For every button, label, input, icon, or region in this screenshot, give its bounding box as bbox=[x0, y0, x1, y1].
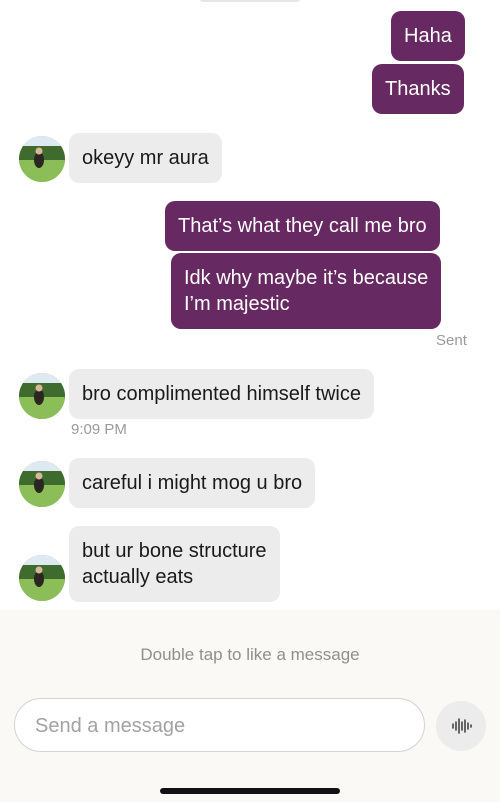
contact-avatar[interactable] bbox=[19, 461, 65, 507]
incoming-message[interactable]: careful i might mog u bro bbox=[69, 458, 316, 508]
outgoing-message[interactable]: Haha bbox=[391, 11, 465, 61]
contact-avatar[interactable] bbox=[19, 373, 65, 419]
incoming-message[interactable]: but ur bone structure actually eats bbox=[69, 526, 280, 602]
message-timestamp: 9:09 PM bbox=[71, 421, 127, 438]
message-text: careful i might mog u bro bbox=[82, 472, 303, 494]
message-text-line: but ur bone structure bbox=[82, 540, 267, 562]
message-text: That’s what they call me bro bbox=[178, 215, 427, 237]
contact-avatar[interactable] bbox=[19, 555, 65, 601]
message-text: okeyy mr aura bbox=[82, 147, 209, 169]
outgoing-message[interactable]: Idk why maybe it’s because I’m majestic bbox=[171, 253, 442, 329]
avatar-image bbox=[19, 555, 65, 601]
incoming-message[interactable]: bro complimented himself twice bbox=[69, 369, 374, 419]
avatar-image bbox=[19, 373, 65, 419]
message-composer[interactable] bbox=[14, 698, 425, 753]
message-text: Haha bbox=[404, 25, 452, 47]
contact-avatar[interactable] bbox=[19, 136, 65, 182]
top-indicator bbox=[200, 0, 300, 2]
message-text-line: actually eats bbox=[82, 566, 194, 588]
outgoing-message[interactable]: That’s what they call me bro bbox=[165, 201, 440, 251]
incoming-message[interactable]: okeyy mr aura bbox=[69, 133, 222, 183]
composer-area: Double tap to like a message bbox=[0, 610, 500, 802]
sent-status: Sent bbox=[436, 332, 467, 349]
home-indicator[interactable] bbox=[160, 788, 340, 794]
avatar-image bbox=[19, 136, 65, 182]
message-text: bro complimented himself twice bbox=[82, 383, 361, 405]
avatar-image bbox=[19, 461, 65, 507]
double-tap-hint: Double tap to like a message bbox=[140, 645, 360, 664]
message-text-line: I’m majestic bbox=[184, 293, 290, 315]
message-input[interactable] bbox=[33, 699, 407, 753]
voice-waveform-icon bbox=[452, 718, 472, 734]
message-thread[interactable]: Haha Thanks okeyy mr aura That’s what th… bbox=[0, 0, 500, 610]
message-text: Thanks bbox=[385, 78, 451, 100]
outgoing-message[interactable]: Thanks bbox=[372, 64, 464, 114]
voice-message-button[interactable] bbox=[436, 701, 486, 751]
message-text-line: Idk why maybe it’s because bbox=[184, 267, 429, 289]
